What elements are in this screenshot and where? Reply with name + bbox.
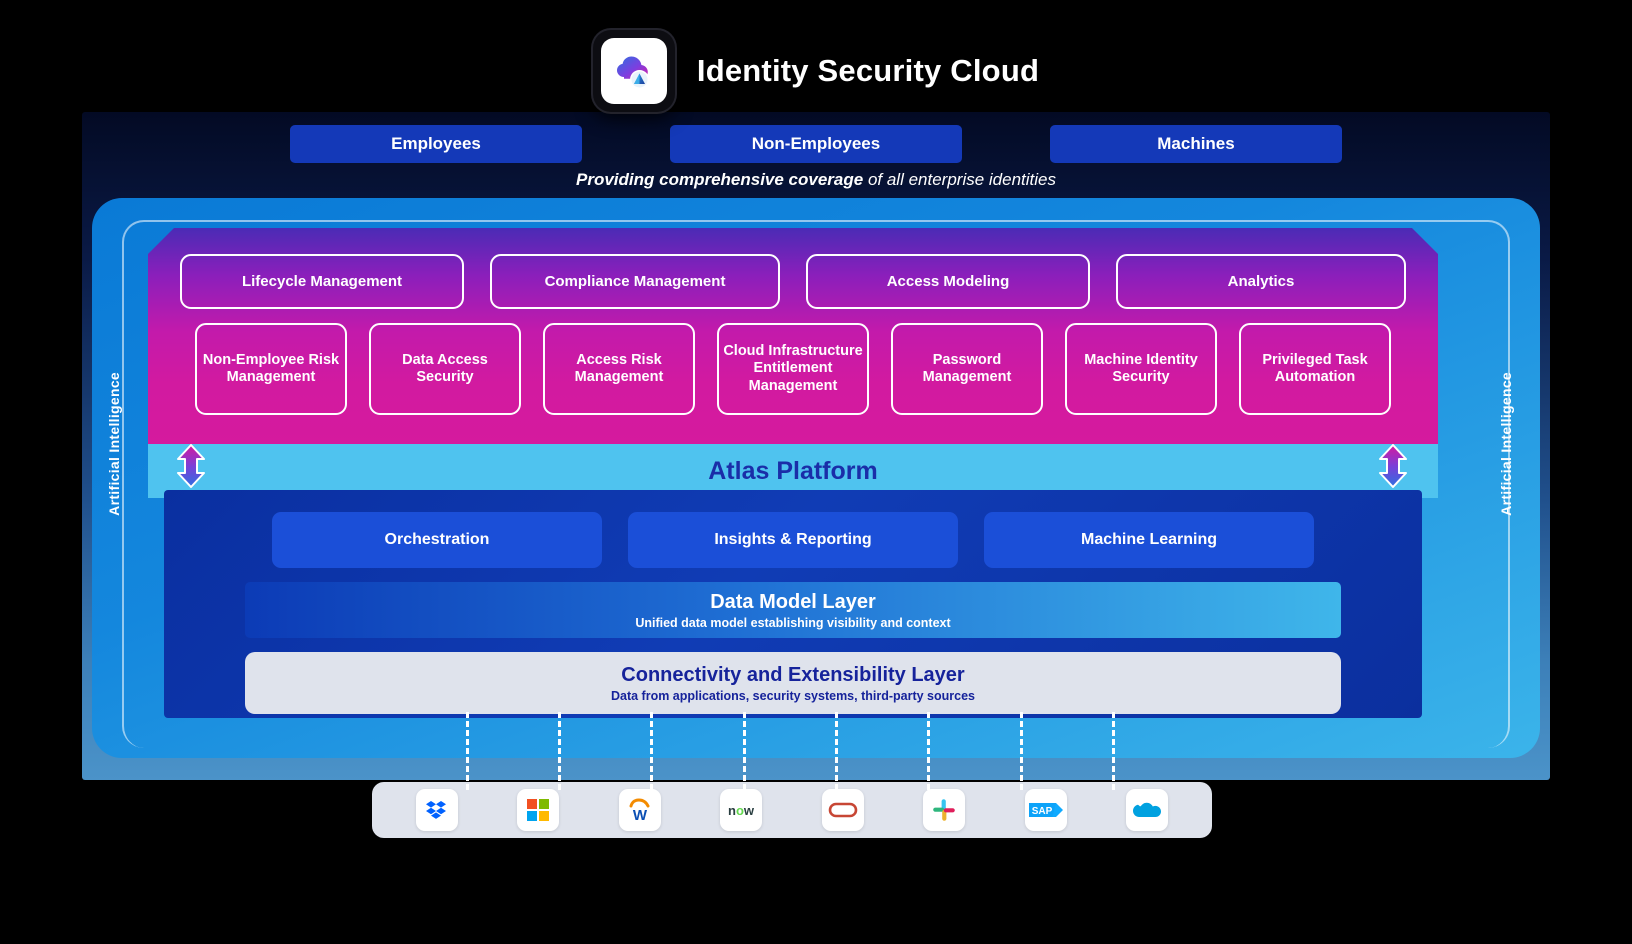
atlas-platform-title: Atlas Platform (708, 456, 878, 485)
cloud-identity-icon (600, 38, 667, 104)
sap-icon[interactable]: SAP (1024, 789, 1067, 831)
connectivity-extensibility-layer: Connectivity and Extensibility Layer Dat… (245, 652, 1341, 714)
connector-line (835, 712, 838, 790)
bidirectional-arrow-right-icon (1378, 444, 1408, 488)
connectivity-layer-title: Connectivity and Extensibility Layer (621, 663, 965, 686)
microsoft-icon[interactable] (517, 789, 560, 831)
data-model-layer: Data Model Layer Unified data model esta… (245, 582, 1341, 638)
salesforce-icon[interactable] (1126, 789, 1169, 831)
connector-line (1020, 712, 1023, 790)
connector-line (927, 712, 930, 790)
identity-tier-row: Employees Non-Employees Machines (0, 125, 1632, 163)
capabilities-row-primary: Lifecycle Management Compliance Manageme… (172, 254, 1414, 309)
app-title: Identity Security Cloud (696, 53, 1040, 88)
capability-cloud-infrastructure-entitlement-management[interactable]: Cloud Infrastructure Entitlement Managem… (717, 323, 869, 415)
tier-button-machines[interactable]: Machines (1050, 125, 1342, 163)
capabilities-row-secondary: Non-Employee Risk Management Data Access… (172, 323, 1414, 415)
servicenow-icon[interactable]: now (720, 789, 763, 831)
integration-logo-bar: W now SAP (372, 782, 1212, 838)
tier-button-non-employees[interactable]: Non-Employees (670, 125, 962, 163)
capability-compliance-management[interactable]: Compliance Management (490, 254, 780, 309)
connector-line (743, 712, 746, 790)
connector-line (1112, 712, 1115, 790)
bidirectional-arrow-left-icon (176, 444, 206, 488)
connector-line (650, 712, 653, 790)
connector-line (466, 712, 469, 790)
capability-access-modeling[interactable]: Access Modeling (806, 254, 1090, 309)
ai-label-right: Artificial Intelligence (1498, 372, 1514, 516)
dropbox-icon[interactable] (415, 789, 458, 831)
tier-button-employees[interactable]: Employees (290, 125, 582, 163)
capability-data-access-security[interactable]: Data Access Security (369, 323, 521, 415)
data-model-layer-title: Data Model Layer (710, 590, 876, 613)
tagline-rest: of all enterprise identities (863, 170, 1056, 189)
coverage-tagline: Providing comprehensive coverage of all … (0, 170, 1632, 190)
diagram-root: Identity Security Cloud Employees Non-Em… (0, 0, 1632, 944)
oracle-icon[interactable] (821, 789, 864, 831)
workday-icon[interactable]: W (618, 789, 661, 831)
platform-service-insights-reporting[interactable]: Insights & Reporting (628, 512, 958, 568)
header: Identity Security Cloud (0, 30, 1632, 112)
svg-text:SAP: SAP (1031, 806, 1052, 817)
capability-access-risk-management[interactable]: Access Risk Management (543, 323, 695, 415)
ai-label-left: Artificial Intelligence (106, 372, 122, 516)
svg-text:W: W (633, 807, 648, 823)
tagline-bold: Providing comprehensive coverage (576, 170, 864, 189)
data-model-layer-subtitle: Unified data model establishing visibili… (635, 615, 951, 630)
atlas-platform-box: Orchestration Insights & Reporting Machi… (164, 490, 1422, 718)
platform-service-orchestration[interactable]: Orchestration (272, 512, 602, 568)
capability-lifecycle-management[interactable]: Lifecycle Management (180, 254, 464, 309)
capability-analytics[interactable]: Analytics (1116, 254, 1406, 309)
platform-services-row: Orchestration Insights & Reporting Machi… (178, 512, 1408, 568)
capability-password-management[interactable]: Password Management (891, 323, 1043, 415)
platform-service-machine-learning[interactable]: Machine Learning (984, 512, 1314, 568)
integration-connector-lines (0, 712, 1632, 790)
capability-machine-identity-security[interactable]: Machine Identity Security (1065, 323, 1217, 415)
capabilities-panel: Lifecycle Management Compliance Manageme… (148, 228, 1438, 444)
connectivity-layer-subtitle: Data from applications, security systems… (610, 688, 975, 703)
svg-text:now: now (728, 803, 755, 818)
capability-non-employee-risk-management[interactable]: Non-Employee Risk Management (195, 323, 347, 415)
slack-icon[interactable] (923, 789, 966, 831)
app-icon-container (592, 30, 675, 112)
capability-privileged-task-automation[interactable]: Privileged Task Automation (1239, 323, 1391, 415)
connector-line (558, 712, 561, 790)
